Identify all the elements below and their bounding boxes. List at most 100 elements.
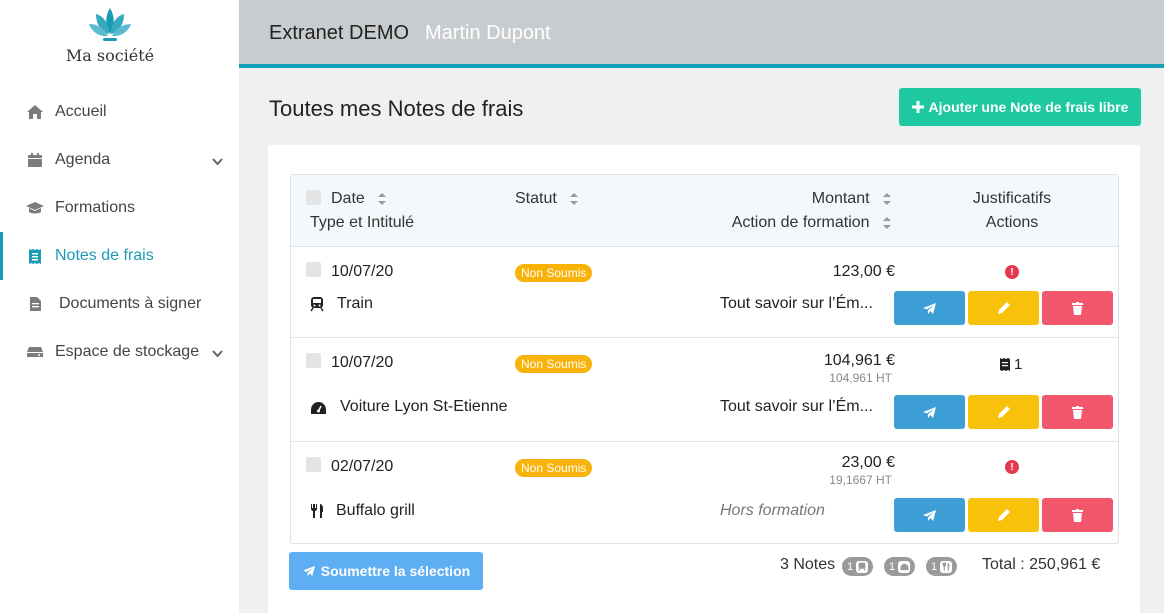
sidebar: Ma société Accueil Agenda Formations Not… <box>0 0 239 613</box>
select-all-checkbox[interactable] <box>306 190 321 205</box>
receipt-count: 1 <box>1014 356 1023 373</box>
row-amount-ht: 19,1667 HT <box>829 473 892 487</box>
document-icon <box>25 295 45 313</box>
company-name: Ma société <box>65 46 155 65</box>
sidebar-item-label: Documents à signer <box>59 295 202 312</box>
row-checkbox[interactable] <box>306 457 321 472</box>
train-icon <box>310 296 324 317</box>
sort-icon <box>378 192 387 205</box>
edit-button[interactable] <box>968 291 1039 325</box>
delete-button[interactable] <box>1042 291 1113 325</box>
trash-icon <box>1072 405 1083 419</box>
row-label: Train <box>337 295 373 312</box>
edit-button[interactable] <box>968 498 1039 532</box>
warning-icon[interactable]: ! <box>1005 460 1019 474</box>
table-row: 10/07/20 Non Soumis 123,00 € ! Train Tou… <box>291 247 1118 338</box>
speedometer-icon <box>310 401 327 420</box>
delete-button[interactable] <box>1042 395 1113 429</box>
sidebar-item-accueil[interactable]: Accueil <box>0 88 239 136</box>
home-icon <box>25 103 45 121</box>
row-checkbox[interactable] <box>306 353 321 368</box>
row-date: 10/07/20 <box>331 263 394 280</box>
plus-icon <box>911 101 924 113</box>
notes-count: 3 Notes <box>780 556 836 573</box>
header-status-label: Statut <box>515 190 557 207</box>
type-count-pill: 1 <box>842 557 874 576</box>
receipt-icon <box>1000 358 1010 371</box>
sidebar-item-label: Accueil <box>55 103 107 120</box>
total-amount: Total : 250,961 € <box>982 556 1101 573</box>
storage-icon <box>25 343 45 361</box>
sidebar-item-espace-de-stockage[interactable]: Espace de stockage <box>0 328 239 376</box>
graduation-cap-icon <box>25 199 45 217</box>
sidebar-item-formations[interactable]: Formations <box>0 184 239 232</box>
header-training[interactable]: Action de formation <box>732 214 892 232</box>
sidebar-item-label: Notes de frais <box>55 247 154 264</box>
row-label: Buffalo grill <box>336 502 415 519</box>
table-header: Date Type et Intitulé Statut Montant Act… <box>291 175 1118 247</box>
pill-count: 1 <box>931 560 938 573</box>
user-name[interactable]: Martin Dupont <box>425 22 551 45</box>
submit-selection-label: Soumettre la sélection <box>320 563 471 579</box>
send-button[interactable] <box>894 498 965 532</box>
warning-icon[interactable]: ! <box>1005 265 1019 279</box>
lotus-logo-icon <box>89 8 131 41</box>
receipt-file[interactable]: 1 <box>999 356 1022 373</box>
row-amount: 104,961 € <box>823 352 895 369</box>
delete-button[interactable] <box>1042 498 1113 532</box>
header-amount-label: Montant <box>811 190 870 207</box>
submit-selection-button[interactable]: Soumettre la sélection <box>289 552 483 590</box>
row-checkbox[interactable] <box>306 262 321 277</box>
send-button[interactable] <box>894 291 965 325</box>
cutlery-icon <box>940 560 953 573</box>
header-receipts: Justificatifs <box>972 190 1052 207</box>
trash-icon <box>1072 508 1083 522</box>
pill-count: 1 <box>847 560 854 573</box>
send-button[interactable] <box>894 395 965 429</box>
header-training-label: Action de formation <box>731 214 870 231</box>
sidebar-item-label: Formations <box>55 199 136 216</box>
receipt-icon <box>25 247 45 265</box>
type-count-pill: 1 <box>926 557 958 576</box>
calendar-icon <box>25 151 45 169</box>
train-icon <box>856 560 869 573</box>
app-name: Extranet DEMO <box>269 22 410 44</box>
header-status[interactable]: Statut <box>515 190 579 208</box>
row-amount-ht: 104,961 HT <box>829 371 892 385</box>
top-bar: Extranet DEMO Martin Dupont <box>239 0 1164 68</box>
send-icon <box>302 565 315 577</box>
sort-icon <box>883 216 891 229</box>
status-badge: Non Soumis <box>515 264 593 282</box>
send-icon <box>923 302 936 314</box>
expenses-table: Date Type et Intitulé Statut Montant Act… <box>290 174 1119 544</box>
company-logo[interactable]: Ma société <box>60 6 160 65</box>
row-training[interactable]: Tout savoir sur l’Ém... <box>720 295 873 313</box>
chevron-down-icon[interactable] <box>212 153 223 171</box>
page-title: Toutes mes Notes de frais <box>269 96 524 121</box>
sidebar-item-notes-de-frais[interactable]: Notes de frais <box>0 232 239 280</box>
header-date[interactable]: Date <box>331 190 387 208</box>
sidebar-item-agenda[interactable]: Agenda <box>0 136 239 184</box>
sidebar-item-documents-a-signer[interactable]: Documents à signer <box>0 280 239 328</box>
add-expense-button[interactable]: Ajouter une Note de frais libre <box>899 88 1141 126</box>
chevron-down-icon[interactable] <box>212 345 223 363</box>
type-count-pill: 1 <box>884 557 916 576</box>
pencil-icon <box>997 406 1010 418</box>
row-date: 10/07/20 <box>331 354 394 371</box>
sidebar-nav: Accueil Agenda Formations Notes de frais <box>0 88 239 376</box>
row-amount: 123,00 € <box>832 263 895 280</box>
cutlery-icon <box>310 503 324 524</box>
header-type: Type et Intitulé <box>310 214 415 231</box>
edit-button[interactable] <box>968 395 1039 429</box>
expenses-card: Date Type et Intitulé Statut Montant Act… <box>268 145 1140 613</box>
sidebar-item-label: Espace de stockage <box>55 343 200 360</box>
row-amount: 23,00 € <box>841 454 895 471</box>
header-amount[interactable]: Montant <box>812 190 892 208</box>
sidebar-item-label: Agenda <box>55 151 111 168</box>
trash-icon <box>1072 301 1083 315</box>
sort-icon <box>570 192 579 205</box>
row-training[interactable]: Tout savoir sur l’Ém... <box>720 398 873 416</box>
table-row: 02/07/20 Non Soumis 23,00 € 19,1667 HT !… <box>291 443 1118 543</box>
pencil-icon <box>997 509 1010 521</box>
row-training: Hors formation <box>720 502 825 519</box>
